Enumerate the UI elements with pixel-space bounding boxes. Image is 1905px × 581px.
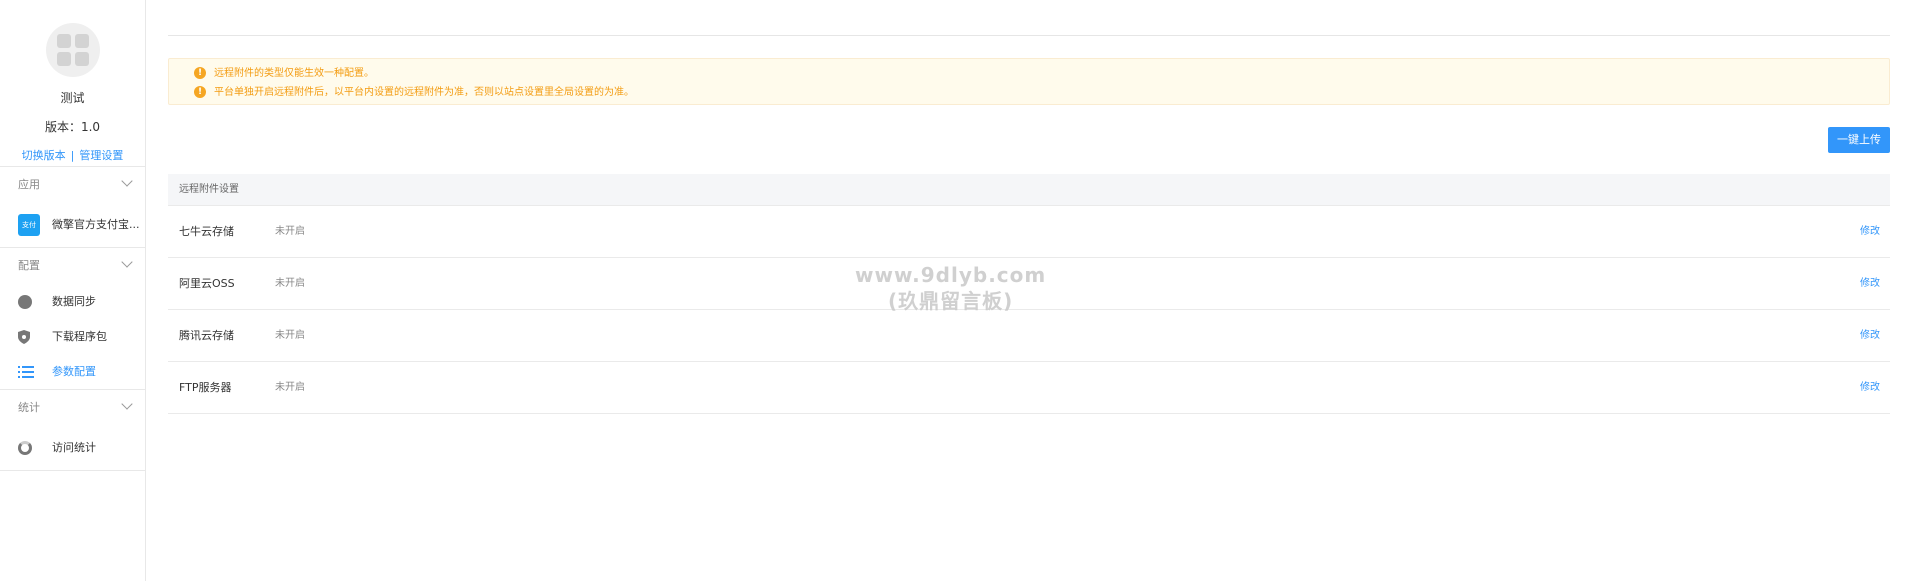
edit-link[interactable]: 修改 — [1860, 206, 1880, 258]
chevron-down-icon — [121, 398, 133, 410]
sidebar-item-label: 数据同步 — [52, 295, 96, 308]
group-title-label: 统计 — [18, 401, 40, 414]
shield-icon — [18, 329, 30, 344]
sidebar-item-data-sync[interactable]: 数据同步 — [0, 284, 145, 319]
menu-group-stats: 统计 访问统计 — [0, 390, 145, 471]
watermark: www.9dlyb.com (玖鼎留言板) — [855, 262, 1046, 314]
app-links: 切换版本 | 管理设置 — [0, 147, 145, 163]
storage-status: 未开启 — [275, 278, 305, 289]
table-row: FTP服务器 未开启 修改 — [168, 362, 1890, 414]
edit-link[interactable]: 修改 — [1860, 362, 1880, 414]
notice-line: ! 远程附件的类型仅能生效一种配置。 — [194, 64, 1889, 83]
watermark-line: (玖鼎留言板) — [887, 289, 1014, 313]
one-click-upload-button[interactable]: 一键上传 — [1828, 127, 1890, 153]
group-title-label: 配置 — [18, 259, 40, 272]
app-header: 测试 版本：1.0 切换版本 | 管理设置 — [0, 0, 145, 167]
menu-group-config: 配置 数据同步 下载程序包 参数配置 — [0, 248, 145, 390]
table-row: 腾讯云存储 未开启 修改 — [168, 310, 1890, 362]
app-name: 测试 — [60, 91, 85, 105]
table-row: 七牛云存储 未开启 修改 — [168, 206, 1890, 258]
group-title-app[interactable]: 应用 — [0, 167, 145, 203]
notice-line: ! 平台单独开启远程附件后，以平台内设置的远程附件为准，否则以站点设置里全局设置… — [194, 83, 1889, 102]
edit-link[interactable]: 修改 — [1860, 310, 1880, 362]
storage-status: 未开启 — [275, 330, 305, 341]
storage-name: 腾讯云存储 — [179, 329, 234, 342]
menu-group-app: 应用 支付 微擎官方支付宝... — [0, 167, 145, 248]
chevron-down-icon — [121, 256, 133, 268]
app-logo — [45, 23, 100, 77]
sync-icon — [18, 294, 32, 309]
sidebar: 测试 版本：1.0 切换版本 | 管理设置 应用 支付 微擎官方支付宝... 配置 … — [0, 0, 146, 581]
sidebar-item-label: 访问统计 — [52, 441, 96, 454]
sidebar-item-label: 下载程序包 — [52, 330, 107, 343]
storage-name: 阿里云OSS — [179, 277, 235, 290]
sidebar-item-alipay[interactable]: 支付 微擎官方支付宝... — [0, 203, 145, 247]
sidebar-item-param-config[interactable]: 参数配置 — [0, 354, 145, 389]
app-version: 版本：1.0 — [44, 120, 101, 134]
group-title-label: 应用 — [18, 178, 40, 191]
group-title-stats[interactable]: 统计 — [0, 390, 145, 426]
warning-icon: ! — [194, 67, 206, 79]
list-icon — [18, 365, 34, 378]
storage-status: 未开启 — [275, 382, 305, 393]
brand-app-icon: 支付 — [18, 214, 40, 236]
notice-box: ! 远程附件的类型仅能生效一种配置。 ! 平台单独开启远程附件后，以平台内设置的… — [168, 58, 1890, 105]
sidebar-item-visit-stats[interactable]: 访问统计 — [0, 426, 145, 470]
notice-text: 远程附件的类型仅能生效一种配置。 — [214, 68, 374, 79]
storage-status: 未开启 — [275, 226, 305, 237]
storage-name: 七牛云存储 — [179, 225, 234, 238]
storage-name: FTP服务器 — [179, 381, 232, 394]
switch-version-link[interactable]: 切换版本 — [22, 149, 66, 162]
sidebar-item-label: 参数配置 — [52, 365, 96, 378]
sidebar-item-label: 微擎官方支付宝... — [52, 218, 140, 231]
edit-link[interactable]: 修改 — [1860, 258, 1880, 310]
watermark-line: www.9dlyb.com — [855, 263, 1047, 287]
warning-icon: ! — [194, 86, 206, 98]
chart-ring-icon — [18, 441, 32, 455]
manage-settings-link[interactable]: 管理设置 — [79, 149, 123, 162]
link-separator: | — [70, 149, 75, 162]
notice-text: 平台单独开启远程附件后，以平台内设置的远程附件为准，否则以站点设置里全局设置的为… — [214, 87, 634, 98]
sidebar-item-download-package[interactable]: 下载程序包 — [0, 319, 145, 354]
table-header: 远程附件设置 — [168, 174, 1890, 206]
chevron-down-icon — [121, 175, 133, 187]
group-title-config[interactable]: 配置 — [0, 248, 145, 284]
top-divider — [168, 35, 1890, 36]
